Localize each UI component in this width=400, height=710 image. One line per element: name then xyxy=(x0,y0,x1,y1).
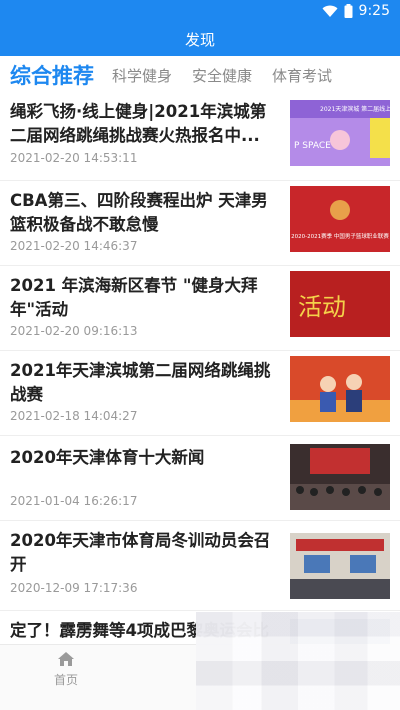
news-thumbnail: 2021天津滨城 第二届线上跳绳挑战赛 P SPACE xyxy=(290,100,390,166)
thumb-caption: 2021天津滨城 第二届线上跳绳挑战赛 xyxy=(320,105,390,113)
category-tabs: 综合推荐 科学健身 安全健康 体育考试 xyxy=(0,56,400,94)
news-item[interactable]: CBA第三、四阶段赛程出炉 天津男篮积极备战不敢怠慢 2021-02-20 14… xyxy=(0,181,400,266)
news-item[interactable]: 绳彩飞扬·线上健身|2021年滨城第二届网络跳绳挑战赛火热报名中... 2021… xyxy=(0,94,400,181)
news-thumbnail xyxy=(290,533,390,599)
tab-science-fitness[interactable]: 科学健身 xyxy=(112,65,172,86)
news-thumbnail xyxy=(290,356,390,422)
news-date: 2021-02-20 14:53:11 xyxy=(10,151,138,165)
news-title: 2020年天津市体育局冬训动员会召开 xyxy=(10,531,271,574)
battery-icon xyxy=(344,4,353,18)
svg-text:P SPACE: P SPACE xyxy=(294,141,331,151)
status-bar: 9:25 xyxy=(0,0,400,24)
news-item[interactable]: 2020年天津市体育局冬训动员会召开 2020-12-09 17:17:36 xyxy=(0,521,400,611)
home-icon xyxy=(58,652,74,666)
news-thumbnail xyxy=(290,444,390,510)
news-date: 2021-01-04 16:26:17 xyxy=(10,494,138,508)
news-title: 2021 年滨海新区春节 "健身大拜年"活动 xyxy=(10,276,258,319)
news-item[interactable]: 2021年天津滨城第二届网络跳绳挑战赛 2021-02-18 14:04:27 xyxy=(0,351,400,436)
news-title: 2021年天津滨城第二届网络跳绳挑战赛 xyxy=(10,361,271,404)
news-title: 绳彩飞扬·线上健身|2021年滨城第二届网络跳绳挑战赛火热报名中... xyxy=(10,102,267,145)
status-icons: 9:25 xyxy=(322,3,390,19)
nav-home[interactable]: 首页 xyxy=(6,651,126,688)
news-item[interactable]: 2020年天津体育十大新闻 2021-01-04 16:26:17 xyxy=(0,436,400,521)
thumb-caption: 活动 xyxy=(298,293,346,321)
wifi-icon xyxy=(322,5,338,18)
news-date: 2020-12-09 17:17:36 xyxy=(10,581,138,595)
news-thumbnail: 活动 xyxy=(290,271,390,337)
news-item[interactable]: 2021 年滨海新区春节 "健身大拜年"活动 2021-02-20 09:16:… xyxy=(0,266,400,351)
thumb-caption: 2020-2021赛季 中国男子篮球职业联赛 xyxy=(291,232,389,240)
nav-home-label: 首页 xyxy=(53,673,78,687)
tab-safety-health[interactable]: 安全健康 xyxy=(192,65,252,86)
news-title: 2020年天津体育十大新闻 xyxy=(10,448,205,467)
news-list: 绳彩飞扬·线上健身|2021年滨城第二届网络跳绳挑战赛火热报名中... 2021… xyxy=(0,94,400,644)
status-time: 9:25 xyxy=(358,3,390,19)
obscured-region xyxy=(196,612,400,710)
news-date: 2021-02-18 14:04:27 xyxy=(10,409,138,423)
news-date: 2021-02-20 14:46:37 xyxy=(10,239,138,253)
tab-recommended[interactable]: 综合推荐 xyxy=(10,60,94,90)
news-thumbnail: 2020-2021赛季 中国男子篮球职业联赛 xyxy=(290,186,390,252)
news-title: CBA第三、四阶段赛程出炉 天津男篮积极备战不敢怠慢 xyxy=(10,191,268,234)
tab-sports-exam[interactable]: 体育考试 xyxy=(272,65,332,86)
page-title: 发现 xyxy=(0,24,400,56)
news-date: 2021-02-20 09:16:13 xyxy=(10,324,138,338)
